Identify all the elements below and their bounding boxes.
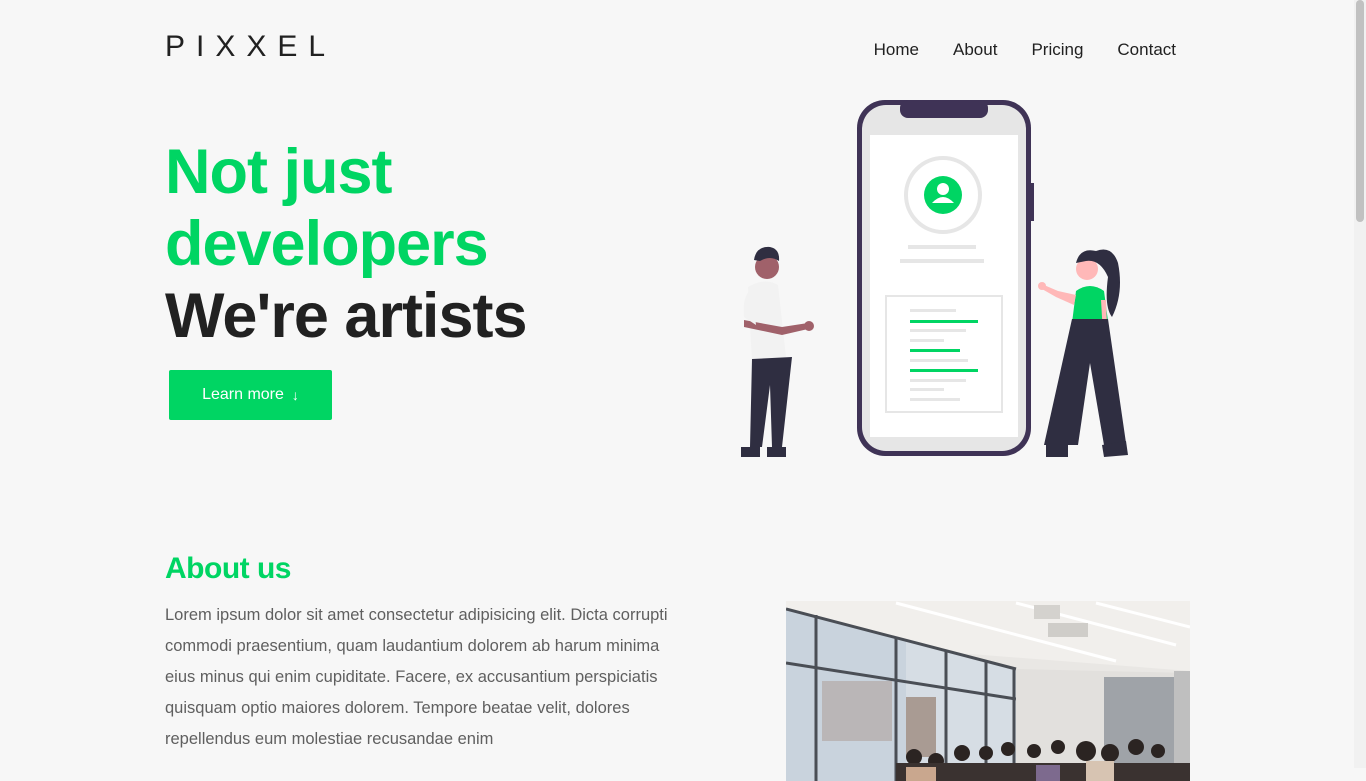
woman-illustration bbox=[1038, 249, 1128, 457]
hero-title: Not just developers We're artists bbox=[165, 136, 527, 352]
hero-title-line-3: We're artists bbox=[165, 281, 527, 351]
nav-item-contact[interactable]: Contact bbox=[1117, 40, 1176, 60]
hero-illustration bbox=[741, 100, 1128, 457]
scrollbar-thumb[interactable] bbox=[1356, 0, 1364, 222]
man-illustration bbox=[741, 246, 814, 457]
phone-illustration bbox=[857, 100, 1034, 456]
learn-more-button[interactable]: Learn more ↓ bbox=[169, 370, 332, 420]
main-nav: Home About Pricing Contact bbox=[874, 40, 1176, 60]
hero-title-line-2: developers bbox=[165, 209, 489, 279]
nav-item-home[interactable]: Home bbox=[874, 40, 919, 60]
hero-title-line-1: Not just bbox=[165, 137, 392, 207]
learn-more-label: Learn more bbox=[202, 386, 284, 403]
landing-page: PIXXEL Home About Pricing Contact Not ju… bbox=[0, 0, 1354, 781]
about-body-text: Lorem ipsum dolor sit amet consectetur a… bbox=[165, 606, 668, 748]
nav-item-pricing[interactable]: Pricing bbox=[1031, 40, 1083, 60]
team-meeting-photo bbox=[786, 601, 1190, 781]
page-scrollbar[interactable] bbox=[1354, 0, 1366, 768]
nav-item-about[interactable]: About bbox=[953, 40, 997, 60]
arrow-down-icon: ↓ bbox=[291, 387, 299, 403]
brand-logo[interactable]: PIXXEL bbox=[165, 30, 336, 64]
about-heading: About us bbox=[165, 552, 291, 585]
